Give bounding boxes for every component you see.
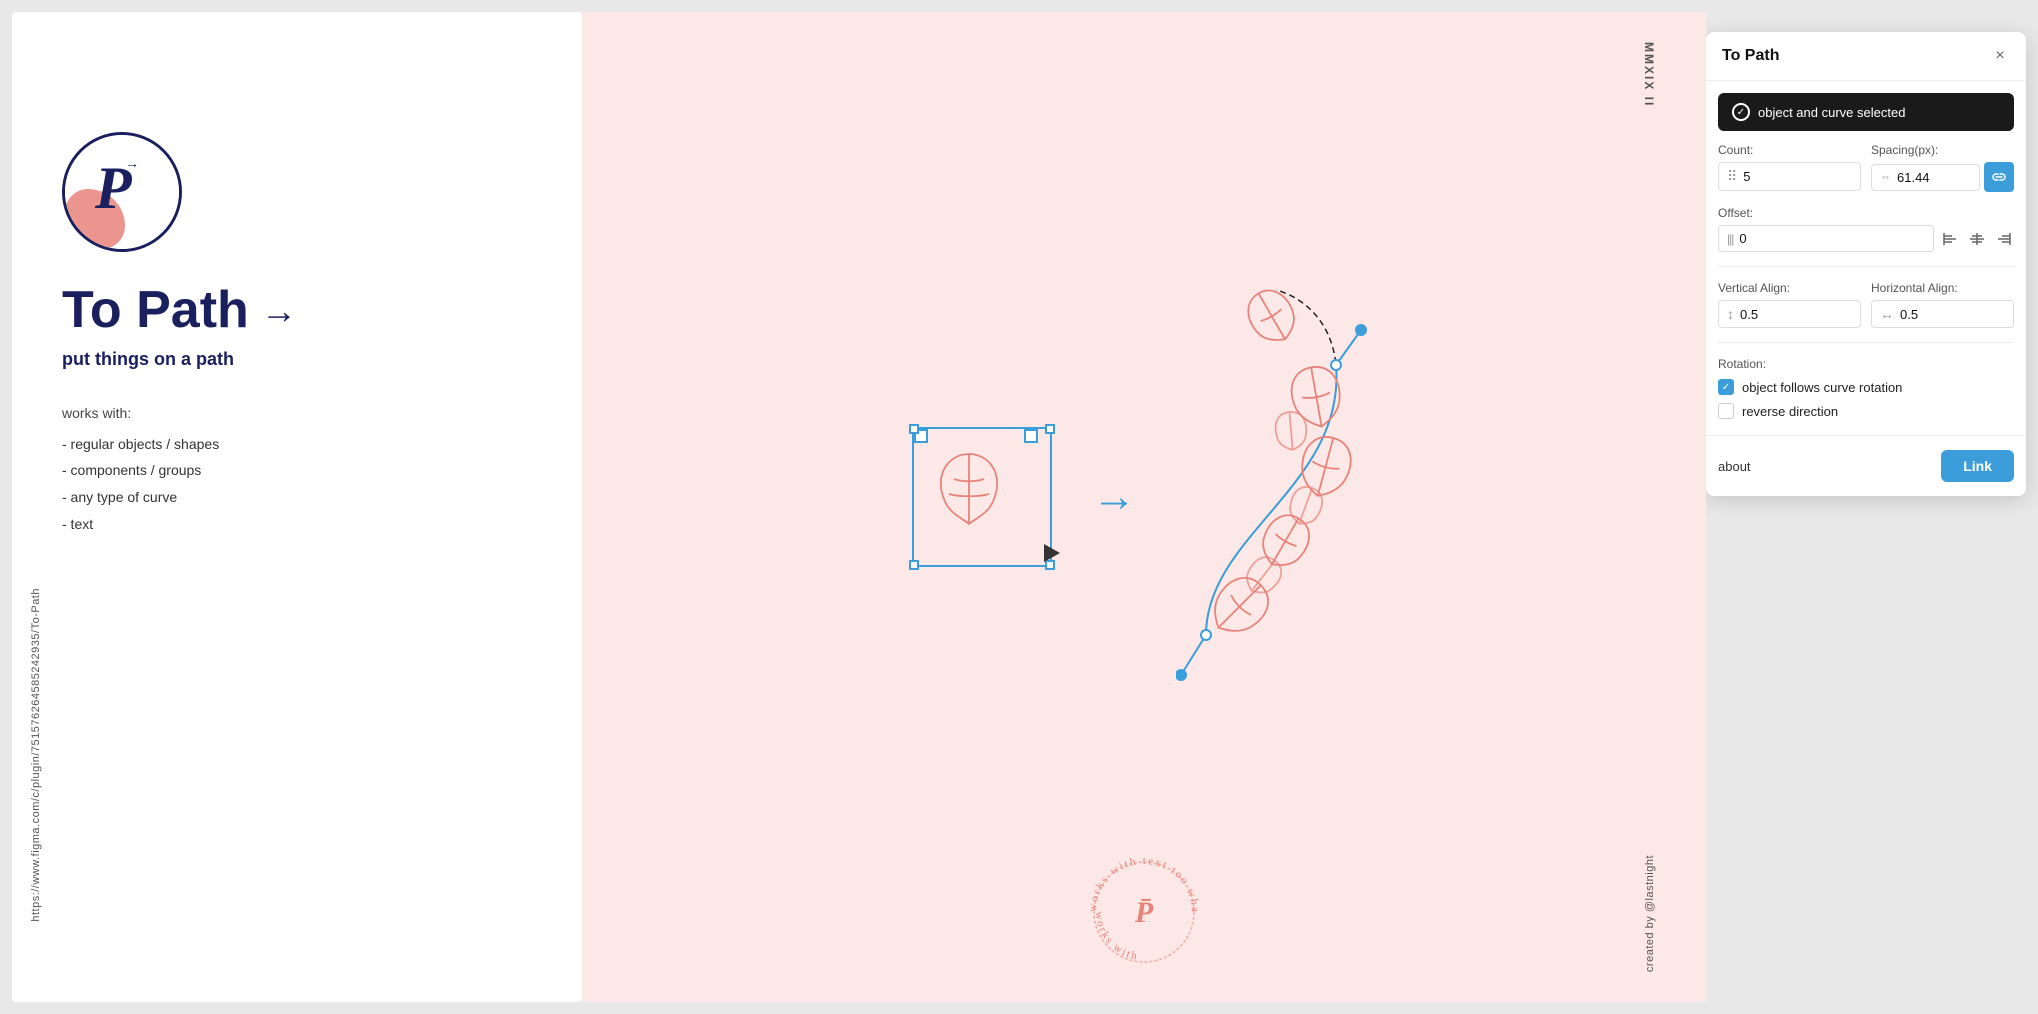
- align-left-icon[interactable]: [1940, 228, 1962, 250]
- path-result-svg: [1176, 285, 1376, 705]
- link-button[interactable]: Link: [1941, 450, 2014, 482]
- count-input[interactable]: ⠿ 5: [1718, 162, 1861, 191]
- spacing-row: ⇔ 61.44: [1871, 162, 2014, 192]
- works-with-item-3: - any type of curve: [62, 484, 532, 511]
- leaf-in-box-svg: [914, 429, 1024, 539]
- logo-circle: P →: [62, 132, 182, 252]
- path-result: [1176, 285, 1376, 710]
- works-with: works with: - regular objects / shapes -…: [62, 400, 532, 537]
- align-right-icon[interactable]: [1992, 228, 2014, 250]
- panel-body: Count: ⠿ 5 Spacing(px): ⇔ 61.44: [1706, 143, 2026, 419]
- checkbox-row-1: ✓ object follows curve rotation: [1718, 379, 2014, 395]
- count-icon: ⠿: [1727, 168, 1737, 185]
- horizontal-align-group: Horizontal Align: ↔ 0.5: [1871, 281, 2014, 328]
- offset-value: 0: [1739, 231, 1925, 246]
- horizontal-align-icon: ↔: [1880, 306, 1894, 322]
- about-link[interactable]: about: [1718, 459, 1751, 474]
- link-icon-button[interactable]: [1984, 162, 2014, 192]
- count-label: Count:: [1718, 143, 1861, 157]
- vertical-text-top: MMXIX II: [1642, 42, 1656, 107]
- divider-1: [1718, 266, 2014, 267]
- subtitle: put things on a path: [62, 349, 532, 370]
- object-box-container: [912, 427, 1052, 567]
- status-bar: ✓ object and curve selected: [1718, 93, 2014, 131]
- works-with-item-1: - regular objects / shapes: [62, 431, 532, 458]
- works-with-item-4: - text: [62, 511, 532, 538]
- stamp-circle: works with text too whaat works with P̄: [1079, 847, 1209, 982]
- panel-title: To Path: [1722, 47, 1779, 65]
- panel-header: To Path ×: [1706, 32, 2026, 81]
- checkbox-row-2: reverse direction: [1718, 403, 2014, 419]
- offset-input[interactable]: ||| 0: [1718, 225, 1934, 252]
- offset-label: Offset:: [1718, 206, 2014, 220]
- rotation-label: Rotation:: [1718, 357, 2014, 371]
- horizontal-align-input[interactable]: ↔ 0.5: [1871, 300, 2014, 328]
- status-message: object and curve selected: [1758, 105, 1905, 120]
- align-center-icon[interactable]: [1966, 228, 1988, 250]
- canvas-demo: →: [912, 285, 1376, 710]
- count-spacing-row: Count: ⠿ 5 Spacing(px): ⇔ 61.44: [1718, 143, 2014, 192]
- works-with-label: works with:: [62, 400, 532, 427]
- vertical-align-group: Vertical Align: ↕ 0.5: [1718, 281, 1861, 328]
- center-panel: MMXIX II created by @lastnight: [582, 12, 1706, 1002]
- vertical-align-icon: ↕: [1727, 306, 1734, 322]
- title-section: To Path →: [62, 282, 532, 339]
- logo-letter: P →: [87, 150, 157, 235]
- checkbox-label-2: reverse direction: [1742, 404, 1838, 419]
- spacing-group: Spacing(px): ⇔ 61.44: [1871, 143, 2014, 192]
- plugin-panel: To Path × ✓ object and curve selected Co…: [1706, 32, 2026, 496]
- align-row: Vertical Align: ↕ 0.5 Horizontal Align: …: [1718, 281, 2014, 328]
- offset-icon: |||: [1727, 232, 1733, 246]
- vertical-text-bottom: created by @lastnight: [1644, 855, 1656, 972]
- spacing-icon: ⇔: [1880, 171, 1891, 183]
- count-group: Count: ⠿ 5: [1718, 143, 1861, 192]
- count-value: 5: [1743, 169, 1852, 184]
- spacing-input[interactable]: ⇔ 61.44: [1871, 164, 1980, 191]
- vertical-align-label: Vertical Align:: [1718, 281, 1861, 295]
- cursor-icon: [1044, 544, 1060, 562]
- corner-tr: [1045, 424, 1055, 434]
- vertical-align-value: 0.5: [1740, 307, 1852, 322]
- horizontal-align-value: 0.5: [1900, 307, 2005, 322]
- offset-group: Offset: ||| 0: [1718, 206, 2014, 252]
- url-text: https://www.figma.com/c/plugin/751576264…: [30, 588, 42, 922]
- checkbox-2[interactable]: [1718, 403, 1734, 419]
- title-text: To Path: [62, 282, 249, 339]
- align-icons: [1940, 228, 2014, 250]
- corner-tl: [909, 424, 919, 434]
- close-button[interactable]: ×: [1990, 46, 2010, 66]
- spacing-label: Spacing(px):: [1871, 143, 2014, 157]
- arrow-right: →: [1092, 475, 1136, 519]
- object-box: [912, 427, 1052, 567]
- svg-text:→: →: [125, 157, 139, 172]
- main-title: To Path →: [62, 282, 532, 339]
- panel-footer: about Link: [1706, 435, 2026, 496]
- svg-text:P̄: P̄: [1134, 896, 1154, 929]
- rotation-section: Rotation: ✓ object follows curve rotatio…: [1718, 357, 2014, 419]
- checkbox-label-1: object follows curve rotation: [1742, 380, 1902, 395]
- spacing-value: 61.44: [1897, 170, 1971, 185]
- vertical-align-input[interactable]: ↕ 0.5: [1718, 300, 1861, 328]
- works-with-item-2: - components / groups: [62, 457, 532, 484]
- title-arrow: →: [261, 291, 297, 331]
- horizontal-align-label: Horizontal Align:: [1871, 281, 2014, 295]
- left-panel: https://www.figma.com/c/plugin/751576264…: [12, 12, 582, 1002]
- check-icon: ✓: [1732, 103, 1750, 121]
- divider-2: [1718, 342, 2014, 343]
- checkbox-1[interactable]: ✓: [1718, 379, 1734, 395]
- corner-bl: [909, 560, 919, 570]
